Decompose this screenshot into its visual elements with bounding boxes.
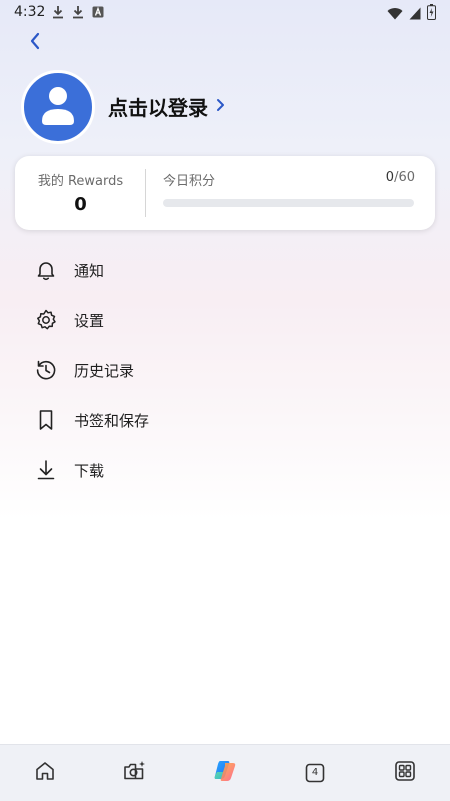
nav-home-button[interactable] [0,745,90,801]
menu-item-label: 下载 [74,462,105,480]
menu-item-downloads[interactable]: 下载 [0,445,450,495]
download-icon [34,458,58,482]
bookmark-icon [34,408,58,432]
chevron-left-icon [29,32,41,54]
menu-item-label: 通知 [74,262,105,280]
person-icon [38,83,78,131]
rewards-divider [145,169,146,217]
menu-item-label: 设置 [74,312,105,330]
daily-points-label: 今日积分 [163,174,216,189]
chevron-right-icon [216,97,225,116]
menu-item-notifications[interactable]: 通知 [0,245,450,295]
battery-charging-icon [427,4,436,24]
status-time: 4:32 [14,4,46,20]
bell-icon [34,258,58,282]
history-icon [34,358,58,382]
rewards-label: 我的 Rewards [37,174,124,189]
menu-list: 通知 设置 历史记录 书签和保存 下载 [0,245,450,495]
font-icon [92,6,104,18]
tabs-icon: 4 [305,763,325,783]
home-icon [34,760,56,786]
menu-item-bookmarks[interactable]: 书签和保存 [0,395,450,445]
daily-points-current: 0 [385,170,395,185]
menu-item-settings[interactable]: 设置 [0,295,450,345]
nav-copilot-button[interactable] [180,745,270,801]
daily-points-total: /60 [394,170,415,185]
rewards-value: 0 [74,194,87,215]
signal-icon [409,5,421,24]
copilot-icon [212,759,238,787]
menu-item-label: 书签和保存 [74,412,150,430]
wifi-icon [387,5,403,24]
download-icon [72,5,84,19]
camera-sparkle-icon [123,760,147,786]
nav-apps-button[interactable] [360,745,450,801]
bottom-nav: 4 [0,744,450,801]
nav-visual-search-button[interactable] [90,745,180,801]
login-text: 点击以登录 [108,96,208,120]
status-notification-icons [52,5,104,19]
rewards-card[interactable]: 我的 Rewards 0 今日积分 0/60 [15,156,435,230]
login-link[interactable]: 点击以登录 [108,92,225,121]
status-system-icons [387,4,436,24]
menu-item-label: 历史记录 [74,362,135,380]
menu-item-history[interactable]: 历史记录 [0,345,450,395]
nav-tabs-button[interactable]: 4 [270,745,360,801]
back-button[interactable] [22,30,48,56]
apps-grid-icon [394,760,416,786]
download-icon [52,5,64,19]
avatar[interactable] [21,70,95,144]
rewards-summary: 我的 Rewards 0 [15,156,146,230]
status-bar: 4:32 [0,0,450,26]
daily-points-progress-bar [163,199,414,207]
gear-icon [34,308,58,332]
daily-points-value: 0/60 [386,170,415,185]
tabs-count: 4 [311,767,319,778]
